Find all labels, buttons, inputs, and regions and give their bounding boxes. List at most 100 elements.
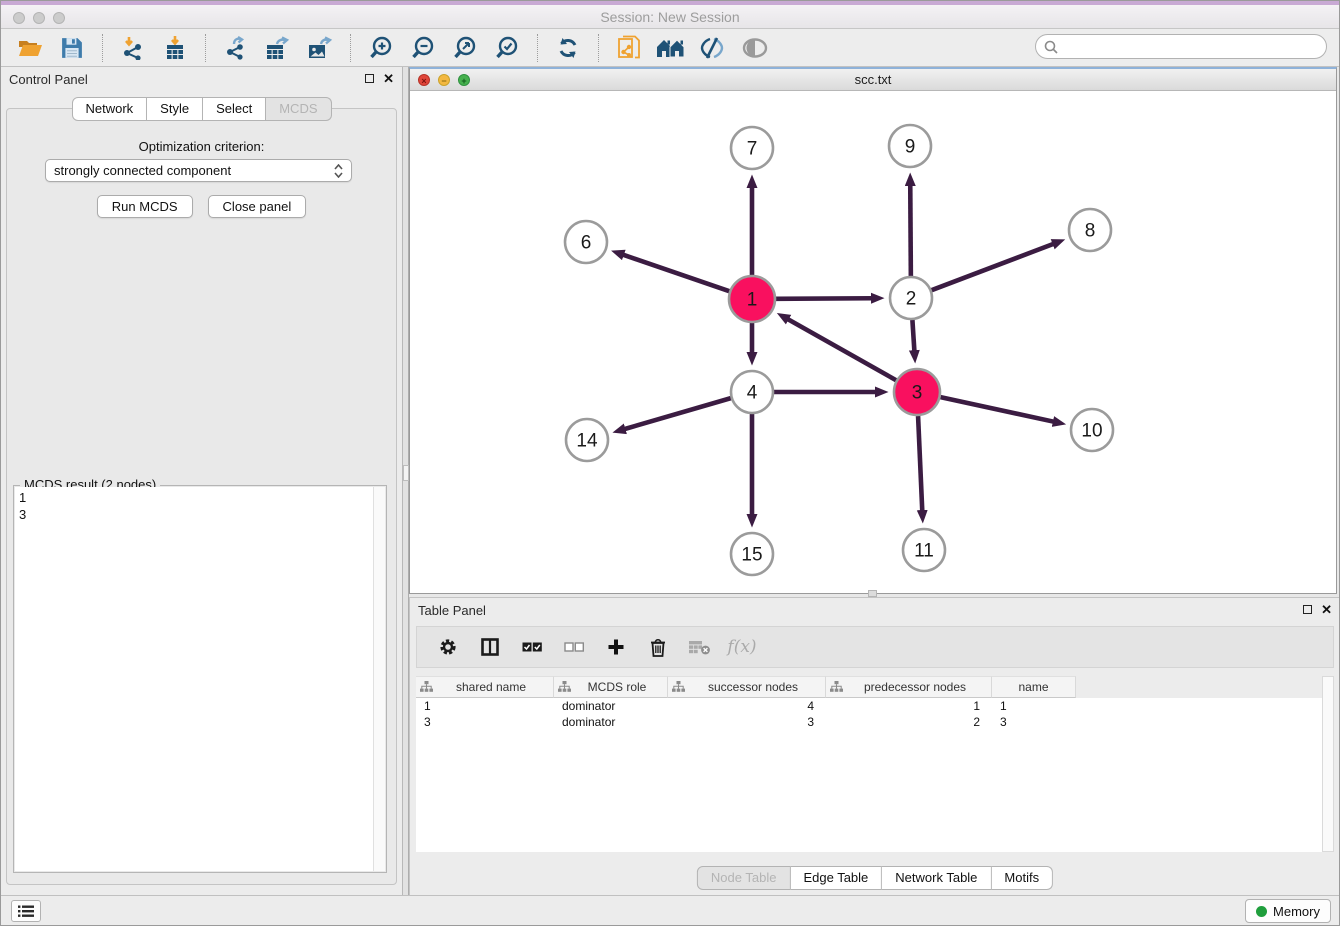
- show-view-button[interactable]: [737, 32, 773, 64]
- export-table-button[interactable]: [260, 32, 296, 64]
- float-table-panel-icon[interactable]: [1303, 605, 1312, 614]
- mcds-result-text[interactable]: 1 3: [15, 487, 385, 871]
- zoom-selected-button[interactable]: [489, 32, 525, 64]
- list-icon: [18, 905, 34, 918]
- tab-edge-table[interactable]: Edge Table: [790, 866, 882, 890]
- function-builder-button[interactable]: f(x): [725, 631, 759, 663]
- export-image-button[interactable]: [302, 32, 338, 64]
- tab-select[interactable]: Select: [203, 97, 266, 121]
- column-header-MCDS-role[interactable]: MCDS role: [554, 676, 668, 698]
- clone-network-icon: [617, 35, 641, 61]
- import-table-icon: [163, 36, 187, 60]
- search-icon: [1044, 40, 1058, 54]
- close-panel-button[interactable]: Close panel: [208, 195, 307, 218]
- save-session-button[interactable]: [54, 32, 90, 64]
- delete-column-button[interactable]: [641, 631, 675, 663]
- table-scrollbar[interactable]: [1322, 676, 1334, 852]
- edge-2-3[interactable]: [912, 320, 914, 352]
- edge-3-11[interactable]: [918, 416, 922, 512]
- column-header-successor-nodes[interactable]: successor nodes: [668, 676, 826, 698]
- column-visibility-button[interactable]: [473, 631, 507, 663]
- tab-mcds[interactable]: MCDS: [266, 97, 331, 121]
- export-network-button[interactable]: [218, 32, 254, 64]
- graph-node-label-3: 3: [912, 383, 923, 404]
- hide-style-button[interactable]: [695, 32, 731, 64]
- table-settings-button[interactable]: [431, 631, 465, 663]
- select-all-columns-button[interactable]: [515, 631, 549, 663]
- import-network-icon: [121, 36, 145, 60]
- edge-1-2[interactable]: [776, 298, 873, 299]
- eye-icon: [742, 38, 768, 58]
- graph-node-label-2: 2: [906, 289, 917, 310]
- memory-button[interactable]: Memory: [1245, 899, 1331, 923]
- zoom-in-button[interactable]: [363, 32, 399, 64]
- tab-node-table[interactable]: Node Table: [697, 866, 791, 890]
- network-canvas[interactable]: 7968124314101511: [410, 91, 1336, 593]
- trash-icon: [650, 638, 666, 657]
- session-title: Session: New Session: [1, 9, 1339, 25]
- table-row[interactable]: 3dominator323: [416, 714, 1322, 730]
- open-folder-icon: [17, 37, 43, 59]
- neighbors-button[interactable]: [653, 32, 689, 64]
- table-row[interactable]: 1dominator411: [416, 698, 1322, 714]
- tab-network[interactable]: Network: [71, 97, 147, 121]
- import-table-button[interactable]: [157, 32, 193, 64]
- table-cell: 1: [992, 698, 1076, 714]
- toolbar-separator: [537, 34, 538, 62]
- network-window-titlebar[interactable]: × − + scc.txt: [410, 69, 1336, 91]
- refresh-layout-button[interactable]: [550, 32, 586, 64]
- import-network-button[interactable]: [115, 32, 151, 64]
- edge-1-6[interactable]: [622, 254, 729, 291]
- memory-status-icon: [1256, 906, 1267, 917]
- table-panel: Table Panel ✕: [409, 597, 1340, 897]
- hierarchy-icon: [558, 681, 571, 693]
- combo-value: strongly connected component: [54, 163, 334, 178]
- control-panel: Control Panel ✕ Network Style Select MCD…: [1, 67, 403, 895]
- column-header-predecessor-nodes[interactable]: predecessor nodes: [826, 676, 992, 698]
- graph-node-label-11: 11: [914, 541, 934, 562]
- network-resize-grip[interactable]: [868, 590, 877, 597]
- delete-table-button[interactable]: [683, 631, 717, 663]
- hierarchy-icon: [420, 681, 433, 693]
- status-bar: Memory: [1, 895, 1339, 925]
- network-graph: 7968124314101511: [410, 91, 1336, 594]
- close-table-panel-icon[interactable]: ✕: [1321, 604, 1332, 615]
- zoom-fit-button[interactable]: [447, 32, 483, 64]
- column-header-shared-name[interactable]: shared name: [416, 676, 554, 698]
- column-header-name[interactable]: name: [992, 676, 1076, 698]
- deselect-all-columns-button[interactable]: [557, 631, 591, 663]
- graph-node-label-1: 1: [747, 290, 758, 311]
- table-rows: 1dominator4113dominator323: [416, 698, 1322, 852]
- optimization-criterion-label: Optimization criterion:: [7, 139, 396, 154]
- float-panel-icon[interactable]: [365, 74, 374, 83]
- close-panel-icon[interactable]: ✕: [383, 73, 394, 84]
- edge-3-10[interactable]: [940, 397, 1054, 422]
- graph-node-label-7: 7: [747, 139, 758, 160]
- search-input[interactable]: [1058, 37, 1326, 57]
- fx-icon: f(x): [727, 637, 756, 657]
- optimization-criterion-select[interactable]: strongly connected component: [45, 159, 352, 182]
- edge-3-1[interactable]: [787, 319, 896, 381]
- task-history-button[interactable]: [11, 900, 41, 922]
- zoom-out-button[interactable]: [405, 32, 441, 64]
- table-cell: 1: [416, 698, 554, 714]
- tab-motifs[interactable]: Motifs: [991, 866, 1053, 890]
- run-mcds-button[interactable]: Run MCDS: [97, 195, 193, 218]
- table-cell: 3: [416, 714, 554, 730]
- edge-2-9[interactable]: [910, 184, 911, 276]
- add-column-button[interactable]: [599, 631, 633, 663]
- plus-icon: [607, 638, 625, 656]
- tab-style[interactable]: Style: [147, 97, 203, 121]
- edge-2-8[interactable]: [932, 243, 1055, 290]
- network-window: × − + scc.txt 7968124314101511: [409, 67, 1337, 594]
- control-panel-tabs: Network Style Select MCDS: [71, 97, 331, 121]
- open-session-button[interactable]: [12, 32, 48, 64]
- toolbar-separator: [350, 34, 351, 62]
- table-panel-header: Table Panel ✕: [410, 598, 1340, 624]
- graph-node-label-10: 10: [1081, 421, 1102, 442]
- mcds-result-scrollbar[interactable]: [373, 487, 385, 871]
- edge-4-14[interactable]: [623, 398, 730, 429]
- table-cell: 2: [826, 714, 992, 730]
- clone-network-button[interactable]: [611, 32, 647, 64]
- tab-network-table[interactable]: Network Table: [882, 866, 991, 890]
